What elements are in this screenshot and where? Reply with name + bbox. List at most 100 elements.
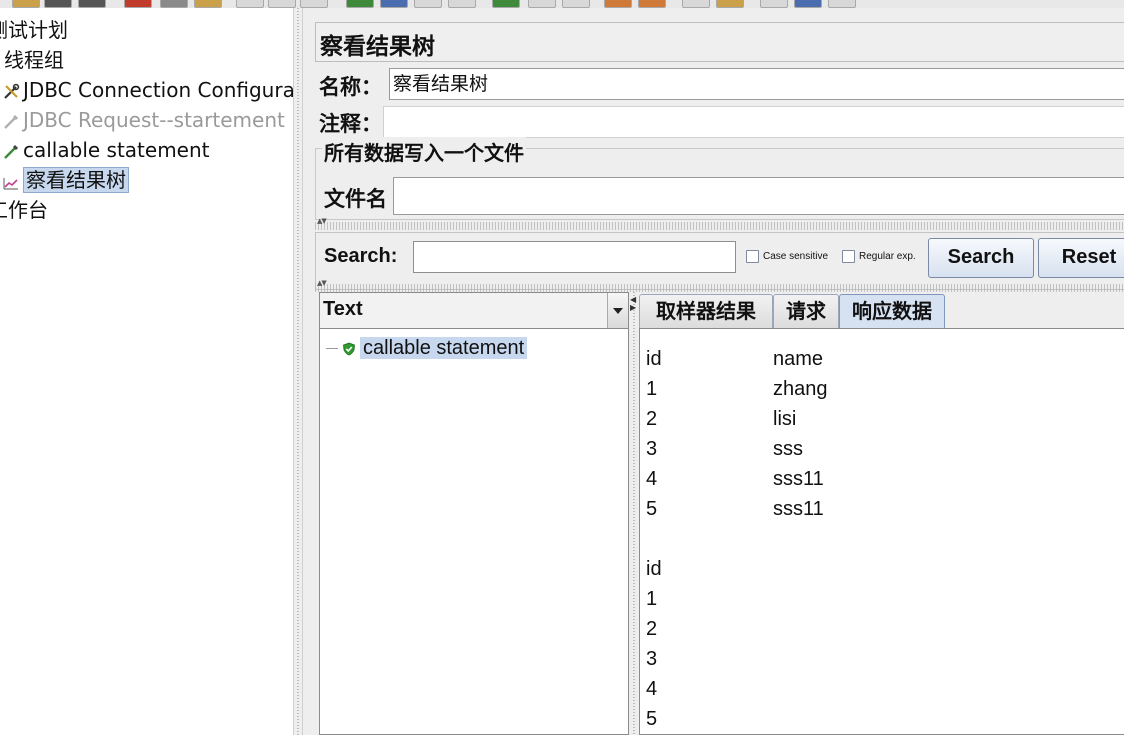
response-cell: sss11 — [773, 468, 824, 490]
toolbar-button[interactable] — [414, 0, 442, 8]
result-node-label: callable statement — [360, 337, 528, 359]
search-input[interactable] — [413, 241, 736, 273]
tree-item-label: JDBC Connection Configuration — [23, 78, 293, 102]
comment-label: 注释： — [319, 111, 382, 136]
tree-item-label: 察看结果树 — [23, 167, 129, 193]
toolbar-button[interactable] — [12, 0, 40, 8]
regex-checkbox[interactable]: Regular exp. — [842, 250, 916, 263]
response-cell: 1 — [646, 588, 658, 610]
toolbar-button[interactable] — [346, 0, 374, 8]
response-row: 5 — [646, 704, 657, 734]
toolbar-button[interactable] — [380, 0, 408, 8]
toolbar-button[interactable] — [528, 0, 556, 8]
regex-label: Regular exp. — [859, 251, 916, 263]
toolbar-button[interactable] — [300, 0, 328, 8]
tab-response-data[interactable]: 响应数据 — [839, 294, 945, 328]
toolbar-button[interactable] — [562, 0, 590, 8]
tree-item-thread-group[interactable]: 线程组 — [4, 46, 64, 74]
toolbar-button[interactable] — [78, 0, 106, 8]
pipette-icon — [4, 144, 19, 159]
response-cell: 5 — [646, 498, 658, 520]
response-row: 1 zhang — [646, 374, 828, 404]
response-row: 3 sss — [646, 434, 803, 464]
toolbar-button[interactable] — [124, 0, 152, 8]
response-cell: id — [646, 558, 662, 580]
main-splitter[interactable] — [293, 8, 303, 735]
checkbox-box[interactable] — [842, 250, 855, 263]
toolbar-button[interactable] — [638, 0, 666, 8]
response-cell: sss — [773, 438, 803, 460]
collapse-separator[interactable] — [315, 217, 1124, 230]
toolbar-button[interactable] — [160, 0, 188, 8]
result-node[interactable]: callable statement — [326, 335, 528, 363]
tree-item-jdbc-connection[interactable]: JDBC Connection Configuration — [2, 76, 293, 104]
response-cell: 3 — [646, 438, 658, 460]
search-button[interactable]: Search — [928, 238, 1034, 278]
collapse-arrows[interactable]: ◀ ▶ — [630, 296, 636, 312]
response-cell: sss11 — [773, 498, 824, 520]
toolbar-button[interactable] — [492, 0, 520, 8]
tree-item-label: 测试计划 — [0, 18, 68, 42]
toolbar-button[interactable] — [194, 0, 222, 8]
test-plan-tree: 测试计划 线程组 JDBC Connection Configuration J… — [0, 8, 293, 735]
response-cell: 3 — [646, 648, 658, 670]
response-row: id — [646, 554, 662, 584]
response-data-area[interactable]: id name 1 zhang 2 lisi 3 sss 4 sss11 5 sss11 i… — [639, 328, 1124, 735]
toolbar-button[interactable] — [760, 0, 788, 8]
case-sensitive-label: Case sensitive — [763, 251, 829, 263]
tree-item-jdbc-request[interactable]: JDBC Request--startement — [2, 106, 285, 134]
name-input[interactable]: 察看结果树 — [389, 68, 1124, 100]
response-cell: 2 — [646, 408, 658, 430]
response-cell: 4 — [646, 468, 658, 490]
response-row: 2 — [646, 614, 657, 644]
toolbar-button[interactable] — [44, 0, 72, 8]
response-cell: name — [773, 348, 824, 370]
response-row: 4 sss11 — [646, 464, 824, 494]
checkbox-box[interactable] — [746, 250, 759, 263]
tree-item-label: JDBC Request--startement — [23, 108, 285, 132]
response-row: id name — [646, 344, 823, 374]
toolbar-button[interactable] — [794, 0, 822, 8]
filename-label: 文件名 — [324, 186, 387, 211]
toolbar-button[interactable] — [828, 0, 856, 8]
tab-request[interactable]: 请求 — [773, 294, 839, 328]
results-splitter[interactable]: ◀ ▶ — [629, 292, 639, 735]
search-label: Search: — [324, 245, 398, 267]
reset-button[interactable]: Reset — [1038, 238, 1124, 278]
tree-connector — [326, 348, 338, 350]
tree-item-label: 线程组 — [4, 48, 64, 72]
response-cell: 4 — [646, 678, 658, 700]
toolbar-button[interactable] — [716, 0, 744, 8]
panel-title: 察看结果树 — [320, 33, 435, 60]
results-tree: Text callable statement — [319, 292, 629, 735]
tree-item-view-results-tree[interactable]: 察看结果树 — [2, 166, 129, 194]
response-cell: id — [646, 348, 662, 370]
response-row: 5 sss11 — [646, 494, 824, 524]
chevron-down-icon[interactable] — [607, 293, 628, 328]
response-cell: 5 — [646, 708, 658, 730]
name-label: 名称： — [319, 74, 382, 99]
shield-check-icon — [343, 342, 355, 356]
toolbar-button[interactable] — [604, 0, 632, 8]
case-sensitive-checkbox[interactable]: Case sensitive — [746, 250, 828, 263]
comment-input[interactable] — [383, 106, 1124, 138]
tree-item-callable-statement[interactable]: callable statement — [2, 136, 210, 164]
view-results-tree-panel: 察看结果树 名称： 察看结果树 注释： 所有数据写入一个文件 文件名 Searc… — [303, 8, 1124, 735]
search-panel: Search: Case sensitive Regular exp. Sear… — [315, 232, 1124, 290]
toolbar-button[interactable] — [236, 0, 264, 8]
response-cell: zhang — [773, 378, 828, 400]
response-row: 2 lisi — [646, 404, 796, 434]
tree-item-workbench[interactable]: 工作台 — [0, 196, 48, 224]
toolbar-button[interactable] — [268, 0, 296, 8]
renderer-select[interactable]: Text — [320, 293, 628, 329]
toolbar-button[interactable] — [448, 0, 476, 8]
tab-sampler-result[interactable]: 取样器结果 — [639, 294, 773, 328]
filename-input[interactable] — [393, 177, 1124, 215]
chart-icon — [3, 177, 18, 190]
tree-item-test-plan[interactable]: 测试计划 — [0, 16, 68, 44]
renderer-value: Text — [323, 298, 363, 320]
collapse-separator[interactable] — [315, 279, 1124, 292]
response-cell: 1 — [646, 378, 658, 400]
response-row: 1 — [646, 584, 657, 614]
toolbar-button[interactable] — [682, 0, 710, 8]
